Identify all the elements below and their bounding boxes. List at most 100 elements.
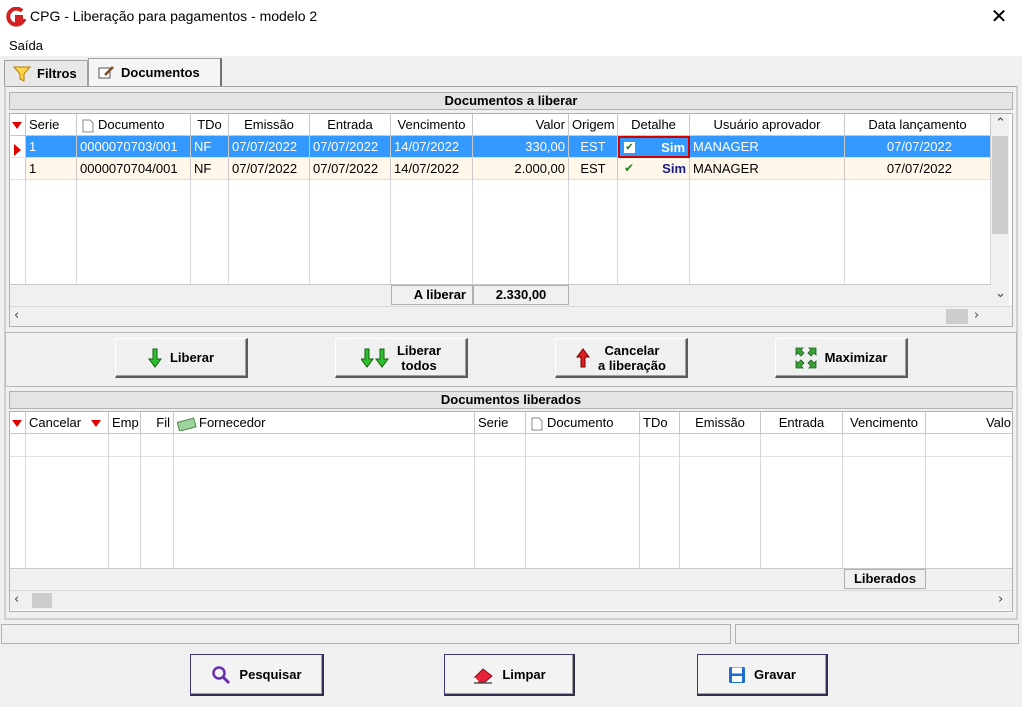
col-documento[interactable]: Documento: [526, 412, 640, 434]
limpar-button[interactable]: Limpar: [444, 654, 575, 696]
checkbox-checked-icon: ✔: [624, 141, 635, 153]
cell-data-lancamento[interactable]: 07/07/2022: [845, 136, 991, 158]
cell-detalhe-checkbox[interactable]: ✔ Sim: [618, 136, 690, 158]
cell-usuario[interactable]: MANAGER: [690, 136, 845, 158]
liberar-button[interactable]: Liberar: [115, 338, 248, 378]
cell-vencimento[interactable]: 14/07/2022: [391, 158, 473, 180]
cell-tdo[interactable]: NF: [191, 136, 229, 158]
document-icon: [531, 417, 543, 431]
pending-vertical-scrollbar[interactable]: ⌃ ⌄: [991, 114, 1009, 306]
col-emissao[interactable]: Emissão: [680, 412, 761, 434]
status-panel-left: [1, 624, 731, 644]
col-documento[interactable]: Documento: [77, 114, 191, 136]
document-icon: [82, 119, 94, 133]
cell-tdo[interactable]: NF: [191, 158, 229, 180]
cell-data-lancamento[interactable]: 07/07/2022: [845, 158, 991, 180]
liberar-label: Liberar: [169, 350, 215, 365]
pending-horizontal-scrollbar[interactable]: ‹ ›: [10, 306, 1012, 326]
scroll-right-icon[interactable]: ›: [974, 308, 979, 323]
scroll-down-icon[interactable]: ⌄: [995, 286, 1006, 301]
scroll-thumb[interactable]: [992, 136, 1008, 234]
col-usuario-aprovador[interactable]: Usuário aprovador: [690, 114, 845, 136]
col-vencimento[interactable]: Vencimento: [843, 412, 926, 434]
col-detalhe[interactable]: Detalhe: [618, 114, 690, 136]
cancelar-liberacao-button[interactable]: Cancelar a liberação: [555, 338, 688, 378]
gravar-button[interactable]: Gravar: [697, 654, 828, 696]
scroll-left-icon[interactable]: ‹: [14, 308, 19, 323]
scroll-thumb[interactable]: [32, 593, 52, 608]
cell-usuario[interactable]: MANAGER: [690, 158, 845, 180]
cell-origem[interactable]: EST: [569, 136, 618, 158]
pesquisar-label: Pesquisar: [239, 667, 302, 682]
tab-filtros[interactable]: Filtros: [4, 60, 88, 86]
cell-documento[interactable]: 0000070704/001: [77, 158, 191, 180]
cell-emissao[interactable]: 07/07/2022: [229, 136, 310, 158]
scroll-thumb[interactable]: [946, 309, 968, 324]
scroll-up-icon[interactable]: ⌃: [995, 116, 1006, 131]
col-emp[interactable]: Emp: [109, 412, 141, 434]
col-valor[interactable]: Valor: [473, 114, 569, 136]
row-pointer: [10, 158, 26, 180]
col-cancelar[interactable]: Cancelar: [26, 412, 109, 434]
liberar-todos-line2: todos: [401, 357, 437, 373]
col-tdo[interactable]: TDo: [191, 114, 229, 136]
cell-serie[interactable]: 1: [26, 136, 77, 158]
status-panel-right: [735, 624, 1019, 644]
limpar-label: Limpar: [502, 667, 546, 682]
col-entrada[interactable]: Entrada: [761, 412, 843, 434]
cell-documento[interactable]: 0000070703/001: [77, 136, 191, 158]
pending-documents-grid: Serie Documento TDo Emissão Entrada Venc…: [9, 113, 1013, 327]
close-window-button[interactable]: ✕: [984, 3, 1014, 31]
money-icon: [176, 417, 197, 432]
col-origem[interactable]: Origem: [569, 114, 618, 136]
eraser-icon: [473, 667, 494, 684]
liberar-todos-button[interactable]: Liberar todos: [335, 338, 468, 378]
col-serie[interactable]: Serie: [475, 412, 526, 434]
detalhe-value: Sim: [662, 161, 686, 176]
col-emissao[interactable]: Emissão: [229, 114, 310, 136]
arrow-down-green-icon: [147, 348, 162, 368]
cell-entrada[interactable]: 07/07/2022: [310, 158, 391, 180]
released-horizontal-scrollbar[interactable]: ‹ ›: [10, 590, 1012, 610]
col-fornecedor[interactable]: Fornecedor: [174, 412, 475, 434]
menu-item-saida[interactable]: Saída: [9, 38, 43, 53]
cell-valor[interactable]: 2.000,00: [473, 158, 569, 180]
sort-arrow-icon: [12, 420, 22, 428]
search-icon: [212, 665, 231, 684]
scroll-left-icon[interactable]: ‹: [14, 592, 19, 607]
cell-origem[interactable]: EST: [569, 158, 618, 180]
pesquisar-button[interactable]: Pesquisar: [190, 654, 324, 696]
detalhe-value: Sim: [661, 139, 685, 155]
col-valor[interactable]: Valo: [926, 412, 1012, 434]
col-documento-label: Documento: [547, 415, 614, 430]
scroll-right-icon[interactable]: ›: [998, 592, 1003, 607]
col-vencimento[interactable]: Vencimento: [391, 114, 473, 136]
col-fil[interactable]: Fil: [141, 412, 174, 434]
released-grid-title: Documentos liberados: [9, 391, 1013, 409]
tab-documentos-label: Documentos: [121, 65, 200, 80]
cell-valor[interactable]: 330,00: [473, 136, 569, 158]
col-tdo[interactable]: TDo: [640, 412, 680, 434]
cell-detalhe-checkbox[interactable]: ✔ Sim: [618, 158, 690, 180]
funnel-icon: [13, 66, 31, 82]
cell-vencimento[interactable]: 14/07/2022: [391, 136, 473, 158]
window-title: CPG - Liberação para pagamentos - modelo…: [30, 8, 318, 24]
tab-documentos[interactable]: Documentos: [88, 58, 222, 86]
liberados-label: Liberados: [844, 569, 926, 589]
col-documento-label: Documento: [98, 117, 165, 132]
col-serie[interactable]: Serie: [26, 114, 77, 136]
document-pencil-icon: [98, 65, 114, 78]
maximize-arrows-icon: [795, 347, 816, 368]
cell-serie[interactable]: 1: [26, 158, 77, 180]
menu-bar: [0, 34, 1022, 56]
dropdown-arrow-icon: [90, 420, 101, 428]
col-data-lancamento[interactable]: Data lançamento: [845, 114, 991, 136]
maximizar-label: Maximizar: [824, 350, 888, 365]
current-row-icon: [14, 144, 21, 156]
total-label: A liberar: [391, 285, 473, 305]
app-logo-icon: [6, 7, 26, 27]
cell-emissao[interactable]: 07/07/2022: [229, 158, 310, 180]
col-entrada[interactable]: Entrada: [310, 114, 391, 136]
maximizar-button[interactable]: Maximizar: [775, 338, 908, 378]
cell-entrada[interactable]: 07/07/2022: [310, 136, 391, 158]
